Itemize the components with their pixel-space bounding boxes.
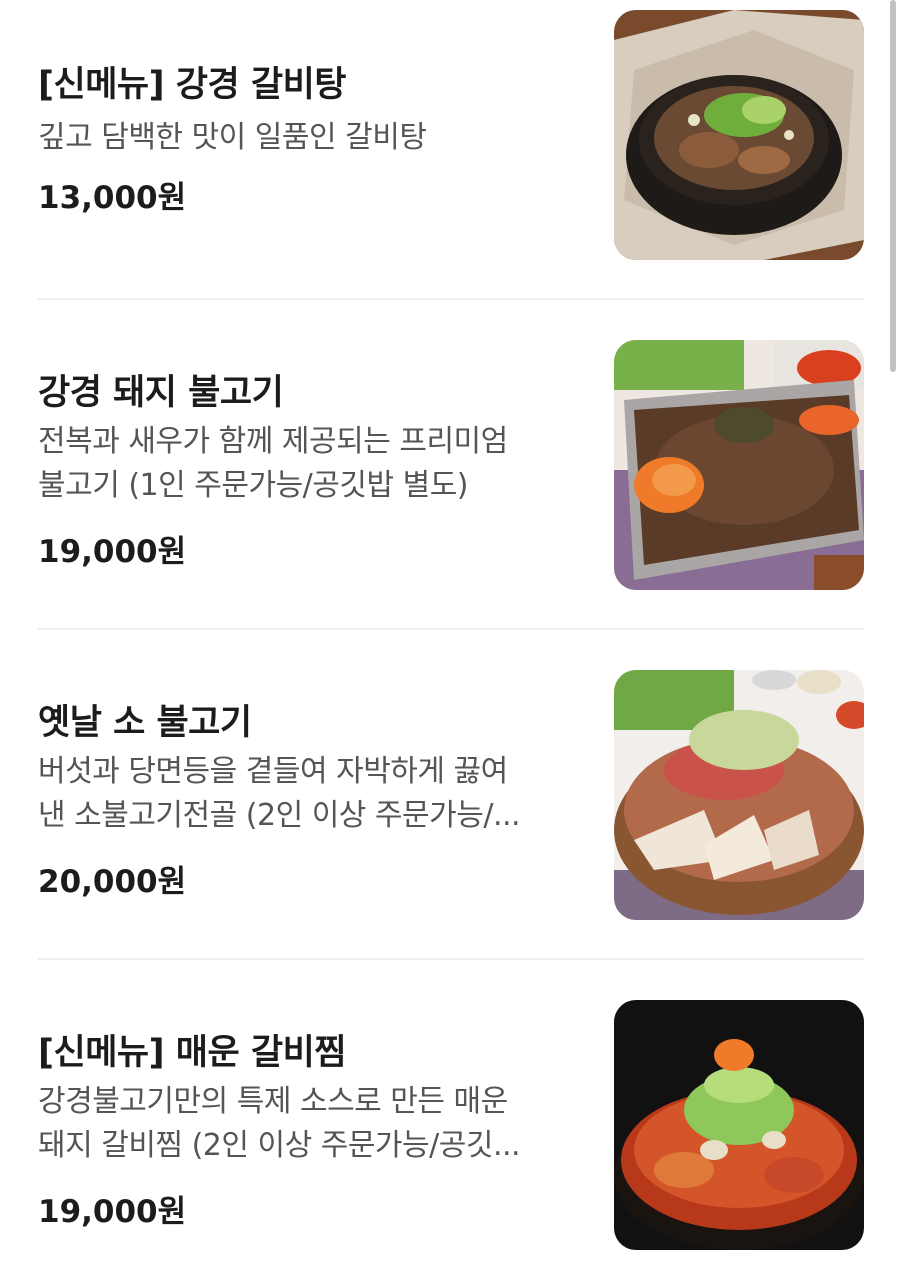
spicy-galbijjim-photo-icon — [614, 1000, 864, 1250]
menu-item-name: [신메뉴] 강경 갈비탕 — [38, 65, 346, 105]
menu-item-name: 강경 돼지 불고기 — [38, 373, 284, 413]
menu-item-pork-bulgogi[interactable]: 강경 돼지 불고기 전복과 새우가 함께 제공되는 프리미엄 불고기 (1인 주… — [38, 340, 864, 592]
menu-item-description-line: 버섯과 당면등을 곁들여 자박하게 끓여 — [38, 754, 508, 789]
galbitang-photo-icon — [614, 10, 864, 260]
pork-bulgogi-photo — [614, 340, 864, 590]
menu-item-beef-bulgogi[interactable]: 옛날 소 불고기 버섯과 당면등을 곁들여 자박하게 끓여 낸 소불고기전골 (… — [38, 670, 864, 922]
beef-bulgogi-photo — [614, 670, 864, 920]
menu-item-price: 20,000원 — [38, 864, 187, 900]
menu-item-description: 전복과 새우가 함께 제공되는 프리미엄 불고기 (1인 주문가능/공깃밥 별도… — [38, 420, 578, 508]
menu-item-description: 버섯과 당면등을 곁들여 자박하게 끓여 낸 소불고기전골 (2인 이상 주문가… — [38, 750, 578, 838]
spicy-galbijjim-photo — [614, 1000, 864, 1250]
menu-divider — [38, 628, 864, 630]
menu-item-galbitang[interactable]: [신메뉴] 강경 갈비탕 깊고 담백한 맛이 일품인 갈비탕 13,000원 — [38, 10, 864, 262]
galbitang-photo — [614, 10, 864, 260]
menu-item-name: 옛날 소 불고기 — [38, 703, 252, 743]
menu-divider — [38, 298, 864, 300]
menu-item-spicy-galbijjim[interactable]: [신메뉴] 매운 갈비찜 강경불고기만의 특제 소스로 만든 매운 돼지 갈비찜… — [38, 1000, 864, 1252]
menu-item-description-line: 깊고 담백한 맛이 일품인 갈비탕 — [38, 120, 427, 155]
pork-bulgogi-photo-icon — [614, 340, 864, 590]
menu-item-name: [신메뉴] 매운 갈비찜 — [38, 1033, 346, 1073]
menu-item-price: 13,000원 — [38, 180, 187, 216]
menu-item-price: 19,000원 — [38, 1194, 187, 1230]
menu-item-description-line: 낸 소불고기전골 (2인 이상 주문가능/... — [38, 798, 521, 833]
menu-item-description-line: 전복과 새우가 함께 제공되는 프리미엄 — [38, 424, 508, 459]
menu-item-description-line: 돼지 갈비찜 (2인 이상 주문가능/공깃... — [38, 1128, 521, 1163]
menu-item-description: 강경불고기만의 특제 소스로 만든 매운 돼지 갈비찜 (2인 이상 주문가능/… — [38, 1080, 578, 1168]
scrollbar[interactable] — [890, 0, 896, 372]
menu-item-price: 19,000원 — [38, 534, 187, 570]
menu-item-description-line: 강경불고기만의 특제 소스로 만든 매운 — [38, 1084, 508, 1119]
menu-item-description: 깊고 담백한 맛이 일품인 갈비탕 — [38, 116, 578, 160]
menu-divider — [38, 958, 864, 960]
menu-item-description-line: 불고기 (1인 주문가능/공깃밥 별도) — [38, 468, 469, 503]
beef-bulgogi-photo-icon — [614, 670, 864, 920]
